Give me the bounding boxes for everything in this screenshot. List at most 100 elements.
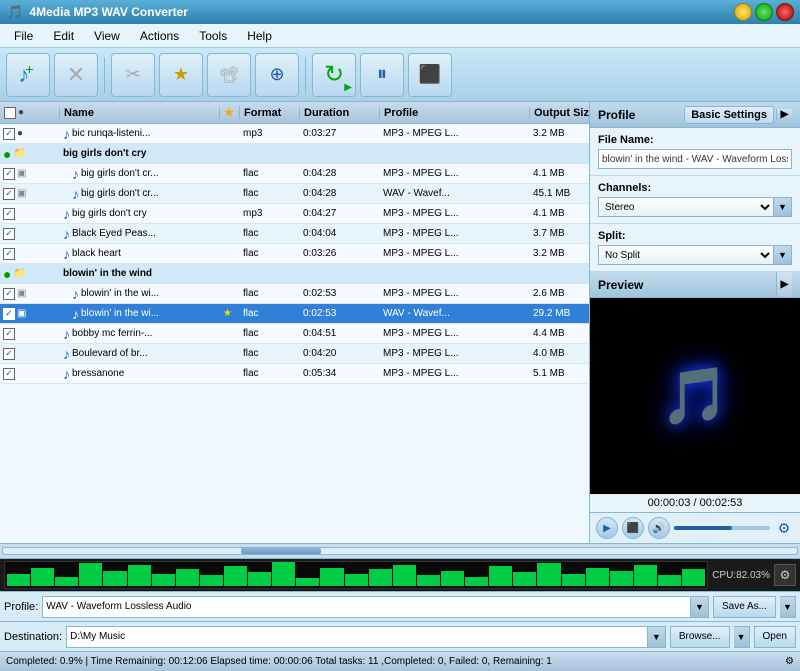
destination-dropdown-arrow[interactable]: ▼ (648, 626, 666, 648)
save-as-button[interactable]: Save As... (713, 596, 776, 618)
wave-bar (345, 574, 368, 586)
volume-button[interactable]: 🔊 (648, 517, 670, 539)
row-check[interactable]: ▣ (0, 288, 60, 300)
preview-header: Preview ▶ (590, 272, 800, 298)
table-row[interactable]: ♪bobby mc ferrin-... flac 0:04:51 MP3 - … (0, 324, 589, 344)
table-row[interactable]: ♪Black Eyed Peas... flac 0:04:04 MP3 - M… (0, 224, 589, 244)
table-row[interactable]: ♪bressanone flac 0:05:34 MP3 - MPEG L...… (0, 364, 589, 384)
row-check[interactable] (0, 248, 60, 260)
convert-button[interactable]: ↻ ▶ (312, 53, 356, 97)
row-profile: MP3 - MPEG L... (380, 348, 530, 359)
row-duration: 0:03:26 (300, 248, 380, 259)
checkbox[interactable] (3, 368, 15, 380)
profile-bar-label: Profile: (4, 601, 38, 613)
row-check[interactable]: ● (0, 128, 60, 140)
table-row[interactable]: ▣ ♪blowin' in the wi... ★ flac 0:02:53 W… (0, 304, 589, 324)
col-output-size[interactable]: Output Size (530, 107, 590, 119)
table-row[interactable]: ♪Boulevard of br... flac 0:04:20 MP3 - M… (0, 344, 589, 364)
row-check[interactable] (0, 328, 60, 340)
menu-tools[interactable]: Tools (189, 26, 237, 46)
table-row[interactable]: ● ♪bic runqa-listeni... mp3 0:03:27 MP3 … (0, 124, 589, 144)
stop-button[interactable]: ⬛ (408, 53, 452, 97)
waveform-settings-button[interactable]: ⚙ (774, 564, 796, 586)
row-check[interactable] (0, 348, 60, 360)
filename-input[interactable] (598, 149, 792, 169)
add-music-button[interactable]: ♪+ (6, 53, 50, 97)
table-row[interactable]: ●📁 blowin' in the wind (0, 264, 589, 284)
table-row[interactable]: ♪big girls don't cry mp3 0:04:27 MP3 - M… (0, 204, 589, 224)
menu-actions[interactable]: Actions (130, 26, 189, 46)
favorite-button[interactable]: ★ (159, 53, 203, 97)
table-row[interactable]: ▣ ♪big girls don't cr... flac 0:04:28 MP… (0, 164, 589, 184)
channels-dropdown-arrow[interactable]: ▼ (774, 197, 792, 217)
basic-settings-button[interactable]: Basic Settings (684, 106, 774, 124)
split-select[interactable]: No Split (598, 245, 774, 265)
checkbox[interactable] (3, 328, 15, 340)
menu-help[interactable]: Help (237, 26, 282, 46)
menu-edit[interactable]: Edit (43, 26, 84, 46)
row-check[interactable] (0, 228, 60, 240)
cpu-display: CPU:82.03% (712, 570, 770, 581)
add-more-button[interactable]: ⊕ (255, 53, 299, 97)
play-button[interactable]: ▶ (596, 517, 618, 539)
row-check[interactable]: ●📁 (0, 266, 60, 282)
row-profile: MP3 - MPEG L... (380, 328, 530, 339)
panel-expand-arrow[interactable]: ▶ (776, 109, 792, 120)
profile-select[interactable] (42, 596, 691, 618)
menu-file[interactable]: File (4, 26, 43, 46)
row-check[interactable]: ▣ (0, 308, 60, 320)
cut-button[interactable]: ✂ (111, 53, 155, 97)
col-format[interactable]: Format (240, 107, 300, 119)
col-name[interactable]: Name (60, 107, 220, 119)
destination-input[interactable] (66, 626, 648, 648)
row-check[interactable]: ▣ (0, 168, 60, 180)
scroll-thumb[interactable] (241, 548, 320, 554)
maximize-button[interactable] (755, 3, 773, 21)
row-name: ♪blowin' in the wi... (60, 306, 220, 322)
checkbox[interactable] (3, 228, 15, 240)
menu-view[interactable]: View (84, 26, 130, 46)
close-button[interactable] (776, 3, 794, 21)
remove-button[interactable]: ✕ (54, 53, 98, 97)
minimize-button[interactable] (734, 3, 752, 21)
scroll-track[interactable] (2, 547, 798, 555)
split-dropdown-arrow[interactable]: ▼ (774, 245, 792, 265)
film-button[interactable]: 📽 (207, 53, 251, 97)
row-check[interactable]: ▣ (0, 188, 60, 200)
col-duration[interactable]: Duration (300, 107, 380, 119)
table-row[interactable]: ♪black heart flac 0:03:26 MP3 - MPEG L..… (0, 244, 589, 264)
volume-fill (674, 526, 732, 530)
table-row[interactable]: ▣ ♪big girls don't cr... flac 0:04:28 WA… (0, 184, 589, 204)
stop-preview-button[interactable]: ⬛ (622, 517, 644, 539)
checkbox[interactable] (3, 168, 15, 180)
checkbox[interactable] (3, 128, 15, 140)
row-check[interactable] (0, 368, 60, 380)
profile-dropdown-arrow[interactable]: ▼ (691, 596, 709, 618)
row-check[interactable]: ●📁 (0, 146, 60, 162)
checkbox[interactable] (3, 308, 15, 320)
checkbox[interactable] (3, 288, 15, 300)
checkbox[interactable] (3, 208, 15, 220)
col-profile[interactable]: Profile (380, 107, 530, 119)
volume-slider[interactable] (674, 526, 770, 530)
col-star[interactable]: ★ (220, 106, 240, 119)
browse-button[interactable]: Browse... (670, 626, 730, 648)
table-row[interactable]: ●📁 big girls don't cry (0, 144, 589, 164)
preview-expand-arrow[interactable]: ▶ (776, 272, 792, 297)
open-button[interactable]: Open (754, 626, 796, 648)
preview-settings-icon[interactable]: ⚙ (774, 518, 794, 538)
status-settings-icon[interactable]: ⚙ (785, 656, 794, 667)
horizontal-scrollbar[interactable] (0, 543, 800, 559)
checkbox[interactable] (3, 348, 15, 360)
checkbox[interactable] (3, 188, 15, 200)
checkbox[interactable] (3, 248, 15, 260)
table-row[interactable]: ▣ ♪blowin' in the wi... flac 0:02:53 MP3… (0, 284, 589, 304)
save-as-dropdown-arrow[interactable]: ▼ (780, 596, 796, 618)
music-icon: ♪ (72, 186, 79, 202)
channels-select[interactable]: Stereo (598, 197, 774, 217)
browse-dropdown-arrow[interactable]: ▼ (734, 626, 750, 648)
pause-button[interactable]: ⏸ (360, 53, 404, 97)
menu-bar: File Edit View Actions Tools Help (0, 24, 800, 48)
row-check[interactable] (0, 208, 60, 220)
wave-bar (489, 566, 512, 586)
